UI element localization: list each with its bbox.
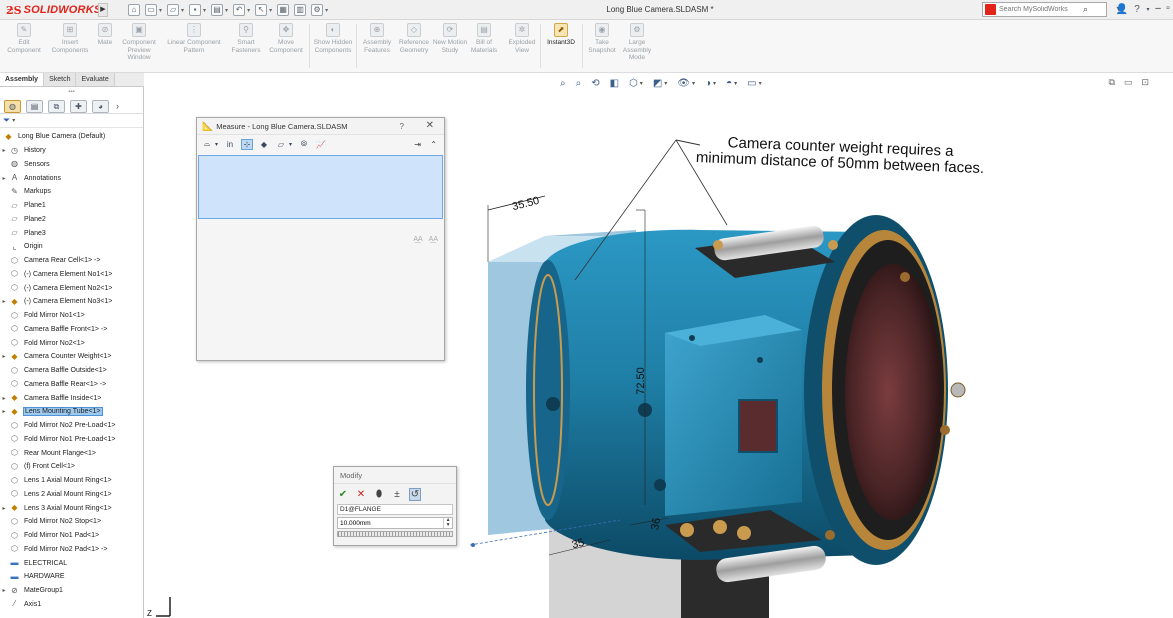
reset-spin-increment-icon[interactable]: ± xyxy=(391,489,403,500)
decrease-text-size-icon[interactable]: A͟A xyxy=(429,236,438,243)
coordinate-triad: Z xyxy=(147,597,171,618)
projection-icon[interactable]: ▱ xyxy=(275,140,287,149)
modify-title: Modify xyxy=(334,467,456,484)
mate-reference-point xyxy=(471,543,475,547)
measure-text-size: A͟A A͟A xyxy=(413,236,438,243)
projection-dropdown-icon[interactable]: ▾ xyxy=(288,141,293,148)
measure-selection-box[interactable] xyxy=(198,155,443,219)
housing-screw xyxy=(757,357,763,363)
flange-bolt xyxy=(940,425,950,435)
measure-help-button[interactable]: ? xyxy=(400,122,404,131)
dimension-name-field[interactable]: D1@FLANGE xyxy=(337,504,453,515)
bottom-bolt xyxy=(737,526,751,540)
mark-dimension-icon[interactable]: ↺ xyxy=(409,487,421,501)
housing-screw xyxy=(689,335,695,341)
modify-toolbar: ✔ ✕ ⬮ ± ↺ xyxy=(334,484,456,504)
bottom-bolt xyxy=(713,520,727,534)
measurement-history-icon[interactable]: ⦾ xyxy=(298,139,310,149)
barrel-rear-face xyxy=(526,260,570,520)
barrel-port xyxy=(654,479,666,491)
flange-bolt xyxy=(825,530,835,540)
increase-text-size-icon[interactable]: A͟A xyxy=(413,236,422,243)
collapse-dialog-icon[interactable]: ⌃ xyxy=(430,140,437,149)
side-knob xyxy=(950,382,966,398)
create-sensor-icon[interactable]: 📈 xyxy=(315,140,327,149)
bottom-bolt xyxy=(680,523,694,537)
dimension-72-50[interactable]: 72.50 xyxy=(635,367,647,395)
spin-arrows-icon[interactable]: ▲ ▼ xyxy=(443,518,452,528)
cancel-x-icon[interactable]: ✕ xyxy=(355,489,367,500)
measure-title-bar[interactable]: 📐 Measure - Long Blue Camera.SLDASM ? ✕ xyxy=(197,118,444,135)
barrel-port xyxy=(546,397,560,411)
measure-close-button[interactable]: ✕ xyxy=(426,120,434,131)
camera-assembly-model[interactable] xyxy=(0,0,1173,618)
spring-end-bolt xyxy=(713,240,723,250)
dimension-value-input[interactable] xyxy=(338,518,444,528)
measure-toolbar: ⌓ ▾ in ⊹ ◆ ▱ ▾ ⦾ 📈 ⇥ ⌃ xyxy=(197,135,444,153)
dimension-value-spinbox[interactable]: ▲▼ xyxy=(337,517,453,529)
thumbwheel-slider[interactable] xyxy=(337,531,453,537)
lens-opening xyxy=(845,264,941,520)
modify-dimension-dialog[interactable]: Modify ✔ ✕ ⬮ ± ↺ D1@FLANGE ▲▼ xyxy=(333,466,457,546)
ok-check-icon[interactable]: ✔ xyxy=(337,489,349,500)
measure-icon: 📐 xyxy=(202,120,214,131)
rebuild-icon[interactable]: ⬮ xyxy=(373,489,385,500)
housing-window xyxy=(738,399,778,453)
electronics-housing xyxy=(665,315,802,516)
dimension-36[interactable]: 36 xyxy=(649,517,663,531)
arc-circle-measurement-icon[interactable]: ⌓ xyxy=(201,139,213,149)
spring-end-bolt xyxy=(828,240,838,250)
triad-z-label: Z xyxy=(147,609,152,618)
arc-options-dropdown-icon[interactable]: ▾ xyxy=(214,141,219,148)
show-xyz-measurements-icon[interactable]: ⊹ xyxy=(241,138,253,150)
units-precision-button[interactable]: in xyxy=(224,140,236,149)
measure-dialog[interactable]: 📐 Measure - Long Blue Camera.SLDASM ? ✕ … xyxy=(196,117,445,361)
pin-dialog-icon[interactable]: ⇥ xyxy=(414,140,421,149)
solidworks-window: ƻS SOLIDWORKS ▶ ⌂ ▭ ▾ ▱ ▾ ▪ ▾ ▤ ▾ ↶ ▾ ↖ ▾ ▦ ▥ … xyxy=(0,0,1173,618)
point-to-point-icon[interactable]: ◆ xyxy=(258,140,270,149)
measure-title: Measure - Long Blue Camera.SLDASM xyxy=(216,121,348,131)
flange-bolt xyxy=(900,272,910,282)
